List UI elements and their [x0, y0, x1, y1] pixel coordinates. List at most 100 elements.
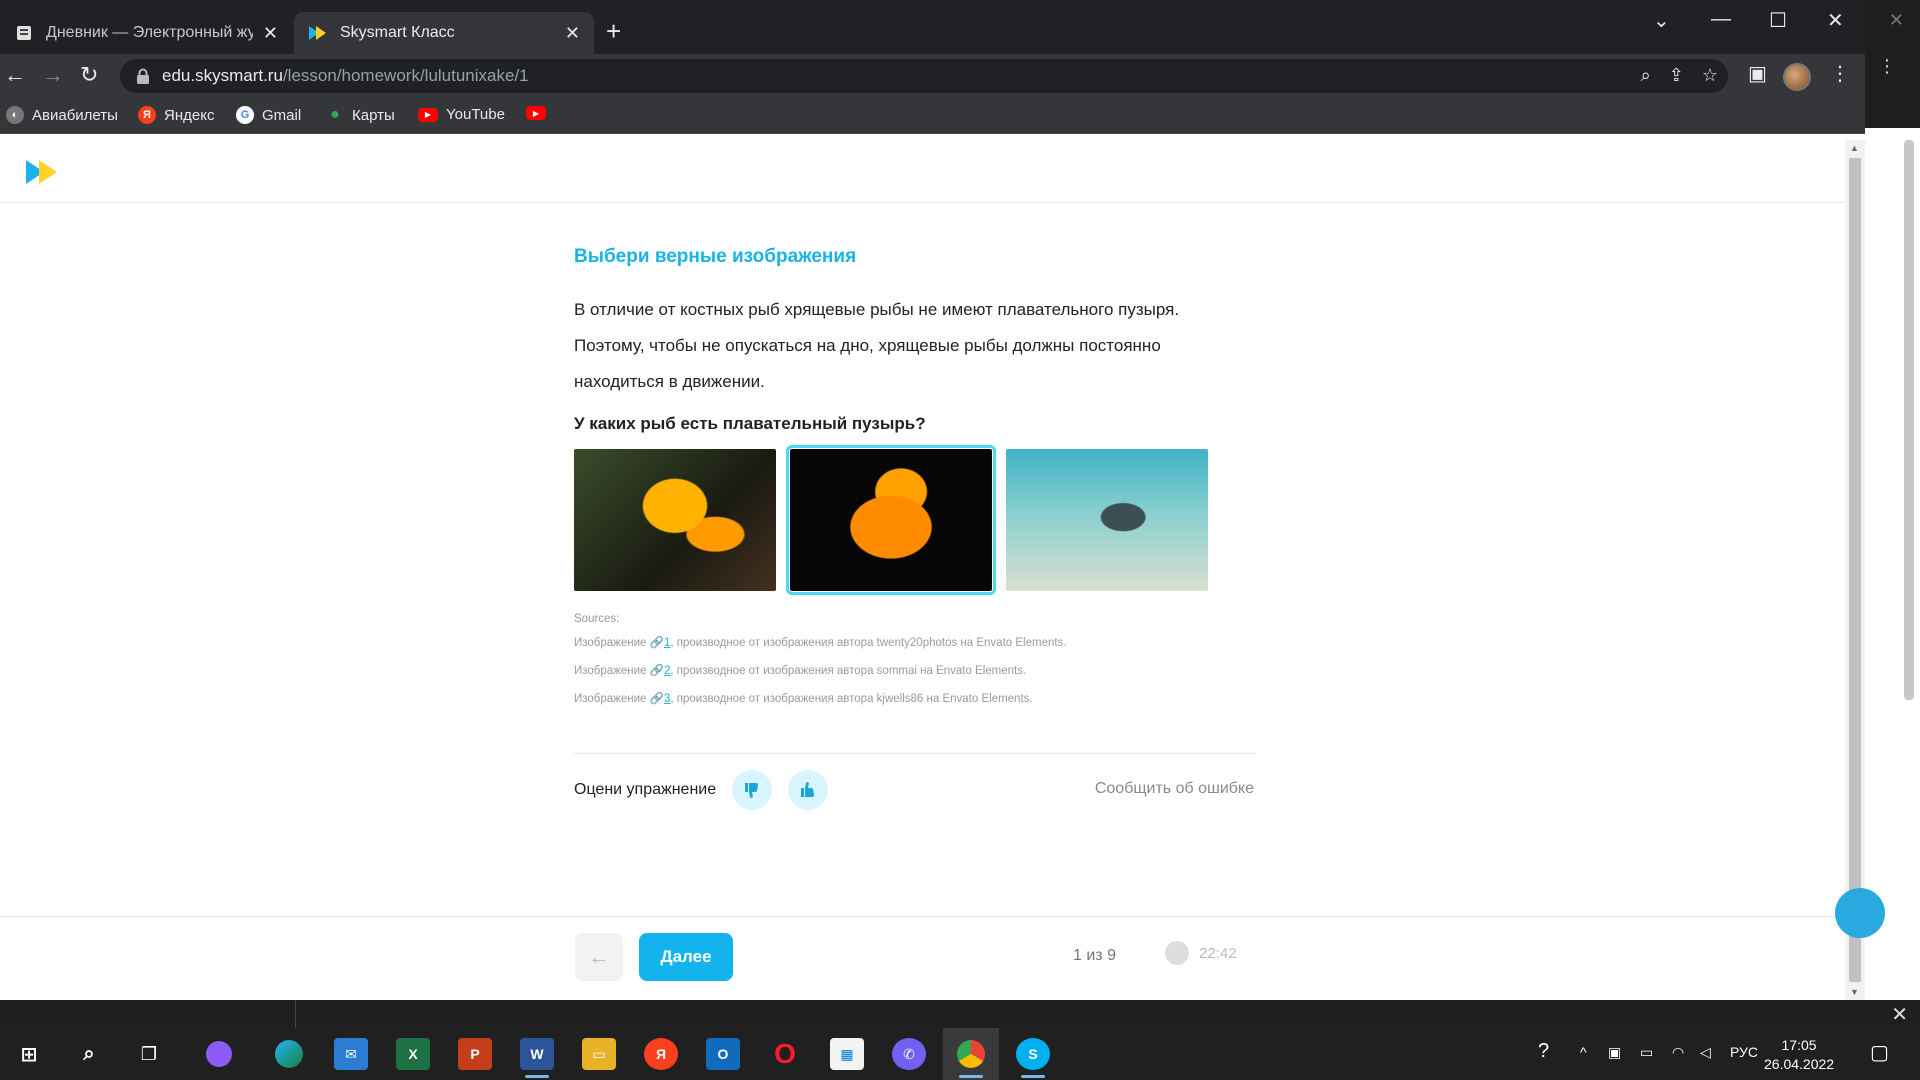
chrome-icon[interactable] — [954, 1038, 988, 1078]
image-option-stingray[interactable] — [1006, 449, 1208, 591]
battery-icon[interactable]: ▭ — [1640, 1044, 1653, 1061]
volume-icon[interactable]: ◁ — [1700, 1044, 1711, 1061]
globe-icon: ◐ — [6, 106, 24, 124]
maps-pin-icon: ● — [330, 106, 340, 123]
side-panel-icon[interactable]: ▣ — [1748, 61, 1767, 86]
clock-icon — [1165, 941, 1189, 965]
bookmark-youtube-2[interactable]: ▶ — [526, 106, 554, 120]
windows-start-icon[interactable]: ⊞ — [12, 1038, 46, 1070]
chevron-up-icon[interactable]: ^ — [1580, 1044, 1587, 1060]
notifications-icon[interactable]: ▢ — [1870, 1040, 1889, 1065]
close-icon[interactable]: ✕ — [1827, 8, 1844, 33]
powerpoint-icon[interactable]: P — [458, 1038, 492, 1070]
exercise: Выбери верные изображения В отличие от к… — [574, 240, 1256, 810]
youtube-icon: ▶ — [526, 106, 546, 120]
zoom-icon[interactable]: ⌕ — [1641, 65, 1651, 86]
skysmart-logo-icon[interactable] — [26, 160, 60, 184]
search-icon[interactable]: ⌕ — [72, 1038, 106, 1070]
back-arrow-icon[interactable]: ← — [4, 62, 26, 88]
help-icon[interactable]: ? — [1538, 1040, 1549, 1063]
previous-button[interactable]: ← — [575, 933, 623, 981]
journal-favicon-icon — [14, 23, 34, 43]
star-icon[interactable]: ☆ — [1702, 65, 1718, 86]
mail-icon[interactable]: ✉ — [334, 1038, 368, 1070]
tab-title: Skysmart Класс — [340, 24, 455, 41]
address-bar[interactable]: edu.skysmart.ru/lesson/homework/lulutuni… — [120, 59, 1728, 93]
image-option-goldfish[interactable] — [574, 449, 776, 591]
thumbs-up-icon — [801, 782, 815, 797]
tab-search-icon[interactable]: ⌄ — [1653, 8, 1670, 33]
scroll-up-icon[interactable]: ▲ — [1850, 143, 1859, 153]
tab-diary[interactable]: Дневник — Электронный журн ✕ — [0, 12, 292, 54]
minimize-icon[interactable]: — — [1711, 8, 1731, 31]
bookmarks-bar: ◐ Авиабилеты Я Яндекс G Gmail ● Карты ▶ YouTu… — [0, 98, 1865, 134]
task-view-icon[interactable]: ❐ — [132, 1038, 166, 1070]
bookmark-aviabilety[interactable]: ◐ Авиабилеты — [6, 106, 118, 124]
bookmark-yandex[interactable]: Я Яндекс — [138, 106, 214, 124]
bookmark-maps[interactable]: ● Карты — [326, 106, 395, 124]
maximize-icon[interactable]: ☐ — [1769, 8, 1787, 33]
tab-bar: Дневник — Электронный журн ✕ Skysmart Кл… — [0, 0, 1865, 54]
timer: 22:42 — [1165, 941, 1237, 965]
skysmart-favicon-icon — [308, 23, 328, 43]
forward-arrow-icon[interactable]: → — [42, 62, 64, 88]
close-icon[interactable]: ✕ — [263, 23, 278, 44]
store-icon[interactable]: ▦ — [830, 1038, 864, 1070]
screen: ✕ ⋮ ✕ Дневник — Электронный журн ✕ Skysm… — [0, 0, 1920, 1080]
system-clock[interactable]: 17:05 26.04.2022 — [1764, 1036, 1834, 1074]
viber-icon[interactable]: ✆ — [892, 1038, 926, 1070]
image-options — [574, 445, 1254, 595]
dislike-button[interactable] — [732, 770, 773, 810]
close-icon[interactable]: ✕ — [1891, 1002, 1908, 1027]
link-icon: 🔗 — [649, 665, 664, 677]
page-scrollbar[interactable]: ▲ ▼ — [1845, 140, 1865, 1000]
network-alert-icon[interactable]: ▣ — [1608, 1044, 1621, 1061]
opera-icon[interactable]: O — [768, 1038, 802, 1070]
next-button[interactable]: Далее — [639, 933, 733, 981]
edge-icon[interactable] — [272, 1038, 306, 1070]
reload-icon[interactable]: ↻ — [80, 62, 98, 88]
skype-icon[interactable]: S — [1016, 1038, 1050, 1078]
alice-icon[interactable] — [202, 1038, 236, 1070]
rating-row: Оцени упражнение Сообщить об ошибке — [574, 770, 1254, 810]
language-indicator[interactable]: РУС — [1730, 1044, 1758, 1060]
background-scrollbar — [1904, 140, 1914, 700]
chat-button[interactable] — [1835, 888, 1885, 938]
google-icon: G — [236, 106, 254, 124]
file-explorer-icon[interactable]: ▭ — [582, 1038, 616, 1070]
url-host: edu.skysmart.ru — [162, 66, 283, 85]
youtube-icon: ▶ — [418, 107, 438, 122]
bookmark-youtube[interactable]: ▶ YouTube — [418, 106, 505, 123]
new-tab-icon[interactable]: + — [606, 16, 621, 47]
bookmark-gmail[interactable]: G Gmail — [236, 106, 301, 124]
exercise-title: Выбери верные изображения — [574, 246, 857, 267]
share-icon[interactable]: ⇪ — [1669, 65, 1684, 86]
close-icon[interactable]: ✕ — [565, 23, 580, 44]
scrollbar-thumb[interactable] — [1849, 158, 1861, 982]
wifi-icon[interactable]: ◠ — [1672, 1044, 1684, 1061]
more-icon[interactable]: ⋮ — [1878, 56, 1896, 77]
link-icon: 🔗 — [649, 693, 664, 705]
outlook-icon[interactable]: O — [706, 1038, 740, 1070]
word-icon[interactable]: W — [520, 1038, 554, 1078]
timer-value: 22:42 — [1199, 944, 1237, 962]
link-icon: 🔗 — [649, 637, 664, 649]
close-icon[interactable]: ✕ — [1889, 10, 1904, 31]
page-header — [0, 140, 1845, 203]
menu-icon[interactable]: ⋮ — [1830, 61, 1850, 86]
thumbs-down-icon — [745, 783, 759, 798]
background-window: ✕ ⋮ — [1865, 0, 1920, 1000]
progress-counter: 1 из 9 — [1073, 947, 1116, 964]
source-line: Изображение 🔗1, производное от изображен… — [574, 637, 1067, 649]
sources: Sources: Изображение 🔗1, производное от … — [574, 609, 1254, 713]
exercise-text: В отличие от костных рыб хрящевые рыбы н… — [574, 300, 1180, 391]
avatar[interactable] — [1783, 63, 1811, 91]
tab-skysmart[interactable]: Skysmart Класс ✕ — [294, 12, 594, 54]
yandex-browser-icon[interactable]: Я — [644, 1038, 678, 1070]
scroll-down-icon[interactable]: ▼ — [1850, 987, 1859, 997]
browser-window: Дневник — Электронный журн ✕ Skysmart Кл… — [0, 0, 1865, 1000]
report-error-link[interactable]: Сообщить об ошибке — [1095, 780, 1254, 798]
image-option-orange-fish[interactable] — [786, 445, 996, 595]
excel-icon[interactable]: X — [396, 1038, 430, 1070]
like-button[interactable] — [788, 770, 829, 810]
